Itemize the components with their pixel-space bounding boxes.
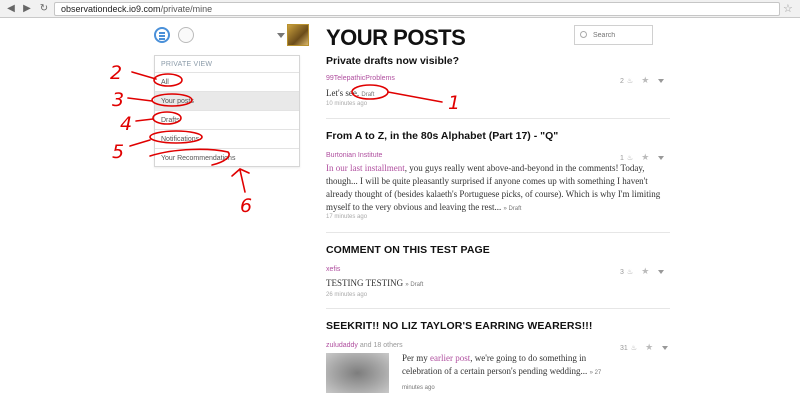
- post-meta: 31 ♨ ★: [620, 342, 669, 353]
- sidebar-item-label: Your posts: [161, 98, 194, 105]
- annotation-number: 2: [110, 62, 123, 84]
- post-author[interactable]: xefis: [326, 266, 340, 273]
- back-arrow-icon[interactable]: ◀: [4, 2, 18, 16]
- notification-circle-icon[interactable]: [178, 27, 194, 43]
- annotation-arrow: [239, 169, 246, 193]
- post-timestamp[interactable]: 26 minutes ago: [326, 292, 367, 298]
- post-excerpt: Let's see.: [326, 88, 360, 98]
- annotation-arrow: [127, 97, 153, 102]
- post-meta: 3 ♨ ★: [620, 266, 665, 277]
- annotation-number: 3: [112, 89, 125, 111]
- post-title[interactable]: COMMENT ON THIS TEST PAGE: [326, 244, 490, 256]
- post-excerpt: Per my: [402, 353, 430, 363]
- chevron-down-icon[interactable]: [658, 270, 665, 275]
- private-view-panel: PRIVATE VIEW All Your posts Drafts Notif…: [154, 55, 300, 167]
- reply-count: 3: [620, 269, 624, 276]
- sidebar-item-label: Drafts: [161, 117, 180, 124]
- sidebar-item-drafts[interactable]: Drafts: [155, 110, 299, 130]
- annotation-number: 4: [120, 113, 133, 135]
- star-icon[interactable]: ★: [641, 75, 649, 85]
- chevron-down-icon[interactable]: [658, 79, 665, 84]
- address-bar[interactable]: observationdeck.io9.com/private/mine: [54, 2, 780, 16]
- post-title[interactable]: Private drafts now visible?: [326, 55, 459, 67]
- post-body: Per my earlier post, we're going to do s…: [402, 352, 602, 395]
- sidebar-item-label: All: [161, 79, 169, 86]
- post-body: In our last installment, you guys really…: [326, 162, 666, 216]
- sidebar-item-label: Your Recommendations: [161, 155, 236, 162]
- flame-icon: ♨: [626, 78, 634, 85]
- post-link[interactable]: In our last installment: [326, 163, 405, 173]
- post-link[interactable]: earlier post: [430, 353, 470, 363]
- annotation-arrowhead: [231, 168, 250, 177]
- sidebar-item-your-posts[interactable]: Your posts: [155, 91, 299, 111]
- chevron-down-icon[interactable]: [277, 33, 285, 38]
- author-name[interactable]: zuludaddy: [326, 342, 358, 349]
- sidebar-item-notifications[interactable]: Notifications: [155, 129, 299, 149]
- sidebar-item-recommendations[interactable]: Your Recommendations: [155, 148, 299, 168]
- annotation-number: 6: [240, 195, 253, 217]
- annotation-arrow: [129, 139, 151, 147]
- url-path: /private/mine: [160, 4, 213, 14]
- reply-count: 1: [620, 155, 624, 162]
- annotation-number: 1: [448, 92, 461, 114]
- post-author[interactable]: 99TelepathicProblems: [326, 75, 395, 82]
- reload-icon[interactable]: ↻: [37, 2, 51, 16]
- annotation-arrow: [131, 71, 157, 80]
- post-author: zuludaddy and 18 others: [326, 342, 403, 349]
- reply-count: 2: [620, 78, 624, 85]
- bookmark-star-icon[interactable]: ☆: [783, 2, 793, 15]
- annotation-arrow: [135, 118, 154, 122]
- star-icon[interactable]: ★: [645, 342, 653, 352]
- sidebar-item-label: Notifications: [161, 136, 200, 143]
- browser-toolbar: ◀ ▶ ↻ observationdeck.io9.com/private/mi…: [0, 0, 800, 18]
- search-icon: [580, 31, 587, 38]
- divider: [326, 308, 670, 309]
- sidebar-item-all[interactable]: All: [155, 72, 299, 92]
- flame-icon: ♨: [626, 269, 634, 276]
- flame-icon: ♨: [630, 345, 638, 352]
- post-thumbnail[interactable]: [326, 353, 389, 393]
- post-body: Let's see. Draft: [326, 87, 666, 102]
- star-icon[interactable]: ★: [641, 152, 649, 162]
- post-excerpt: TESTING TESTING: [326, 278, 404, 288]
- forward-arrow-icon[interactable]: ▶: [20, 2, 34, 16]
- post-meta: 2 ♨ ★: [620, 75, 665, 86]
- page-title: YOUR POSTS: [326, 25, 466, 50]
- post-timestamp[interactable]: 17 minutes ago: [326, 214, 367, 220]
- chevron-down-icon[interactable]: [658, 156, 665, 161]
- avatar[interactable]: [287, 24, 309, 46]
- reply-count: 31: [620, 345, 628, 352]
- star-icon[interactable]: ★: [641, 266, 649, 276]
- search-box[interactable]: [574, 25, 653, 45]
- flame-icon: ♨: [626, 155, 634, 162]
- draft-tag[interactable]: Draft: [361, 92, 374, 98]
- post-timestamp[interactable]: 10 minutes ago: [326, 101, 367, 107]
- annotation-number: 5: [112, 141, 125, 163]
- post-title[interactable]: SEEKRIT!! NO LIZ TAYLOR'S EARRING WEARER…: [326, 320, 592, 332]
- chevron-down-icon[interactable]: [662, 346, 669, 351]
- search-input[interactable]: [593, 28, 651, 42]
- post-meta: 1 ♨ ★: [620, 152, 665, 163]
- divider: [326, 118, 670, 119]
- author-extra[interactable]: and 18 others: [360, 342, 403, 349]
- divider: [326, 232, 670, 233]
- url-host: observationdeck.io9.com: [61, 4, 161, 14]
- menu-icon[interactable]: [154, 27, 170, 43]
- post-title[interactable]: From A to Z, in the 80s Alphabet (Part 1…: [326, 130, 558, 142]
- draft-tag[interactable]: » Draft: [405, 282, 423, 288]
- post-body: TESTING TESTING » Draft: [326, 277, 666, 292]
- draft-tag[interactable]: » Draft: [503, 206, 521, 212]
- panel-heading: PRIVATE VIEW: [161, 61, 213, 68]
- post-author[interactable]: Burtonian Institute: [326, 152, 382, 159]
